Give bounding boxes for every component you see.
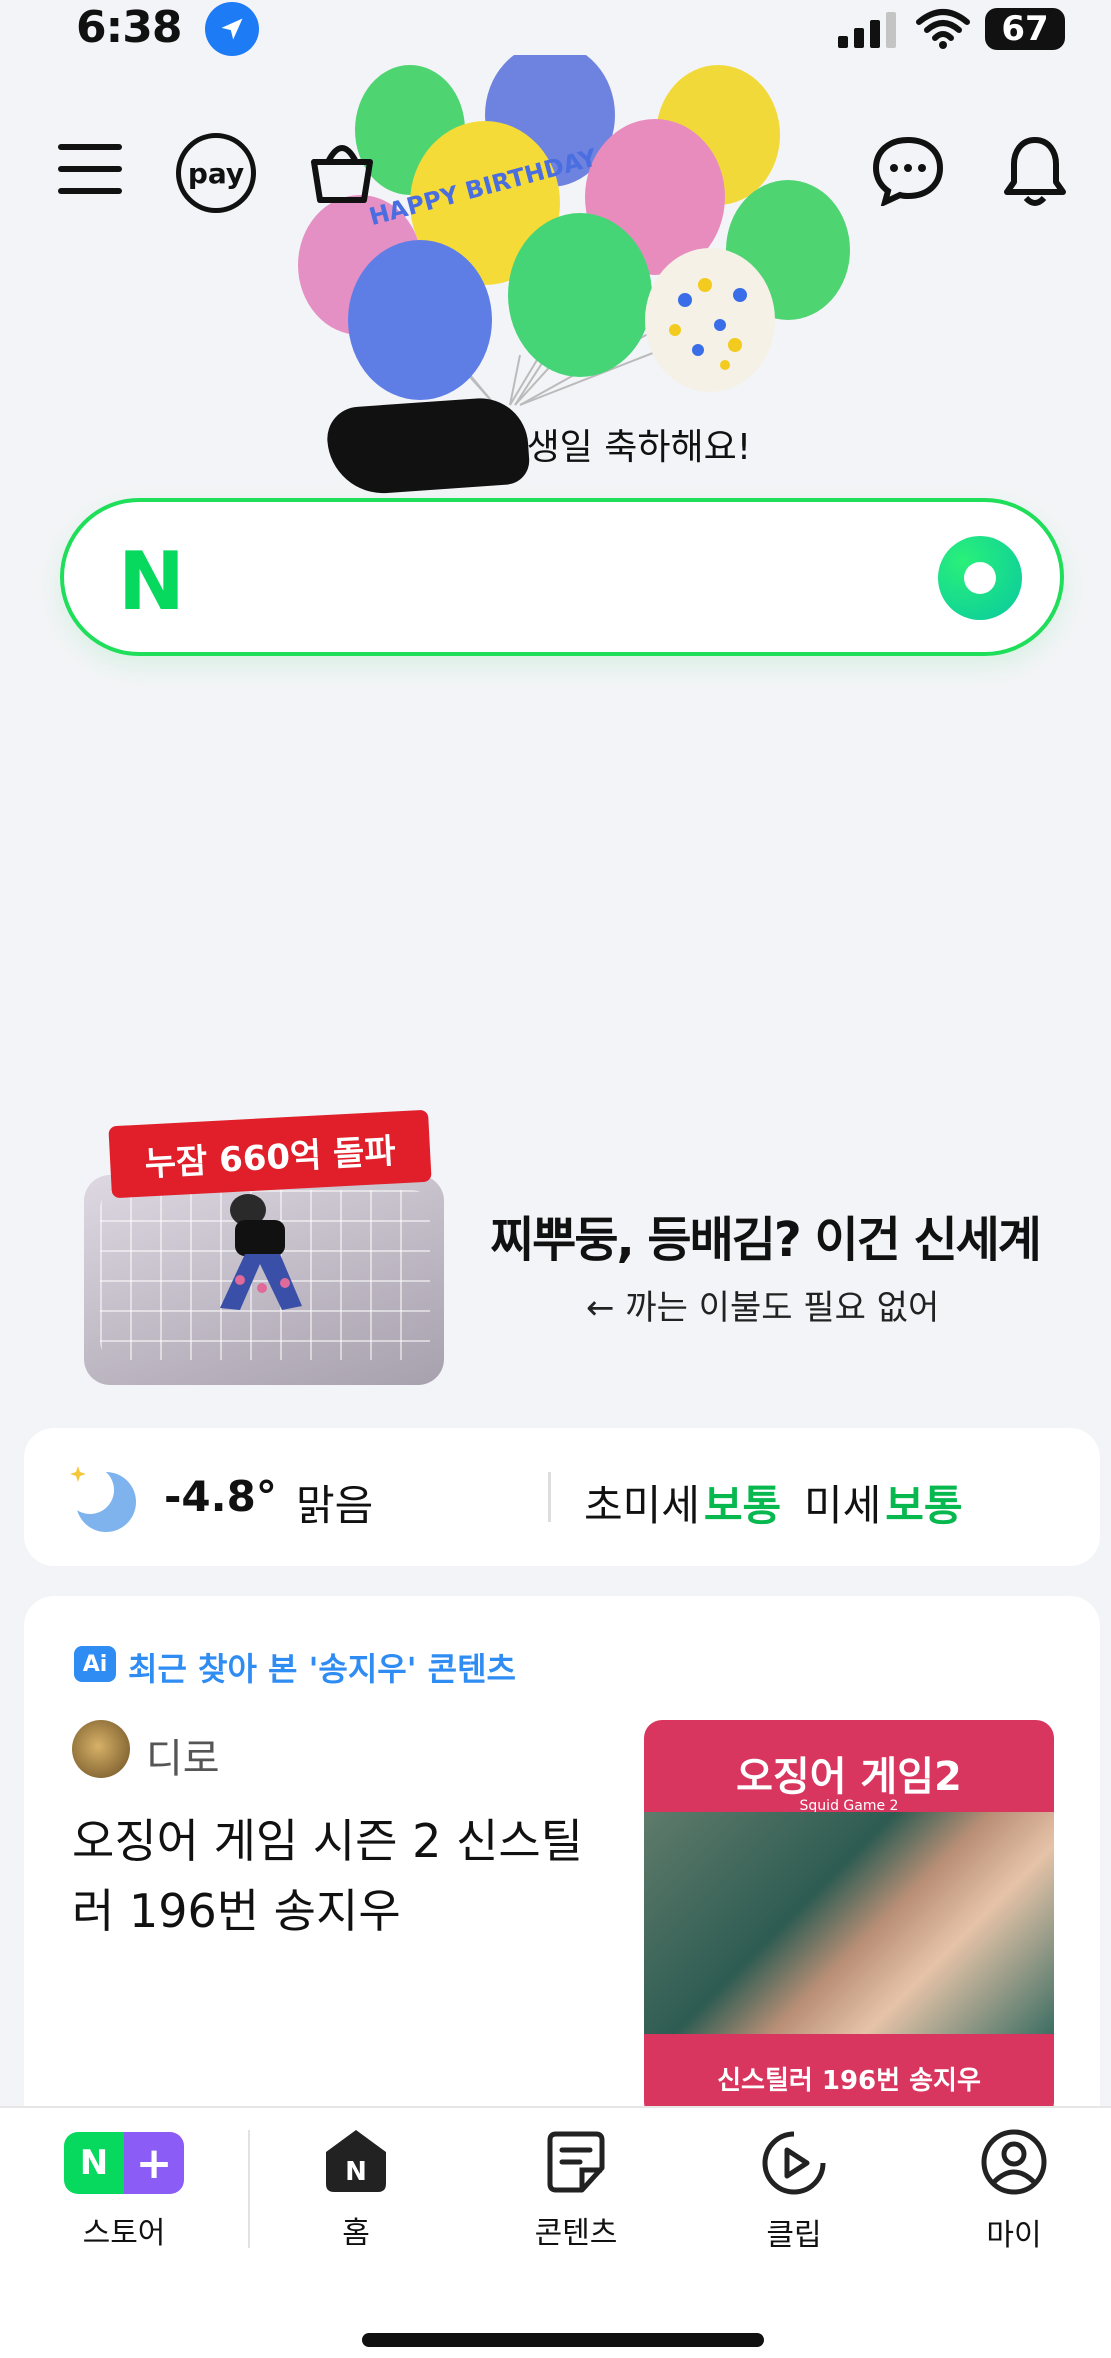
- naver-logo: N: [118, 535, 185, 628]
- nav-home-label: 홈: [342, 2216, 370, 2251]
- author-avatar[interactable]: [72, 1720, 130, 1778]
- article-thumbnail[interactable]: 오징어 게임2 Squid Game 2 신스틸러 196번 송지우: [644, 1720, 1054, 2120]
- nav-contents-label: 콘텐츠: [534, 2216, 618, 2251]
- nav-contents[interactable]: 콘텐츠: [496, 2130, 656, 2252]
- ultrafine-dust: 초미세 보통: [584, 1472, 781, 1533]
- ad-subtext: ← 까는 이불도 필요 없어: [586, 1288, 940, 1328]
- home-icon: N: [326, 2130, 386, 2192]
- cellular-signal-icon: [838, 12, 902, 48]
- nav-home[interactable]: N 홈: [276, 2128, 436, 2252]
- pay-button[interactable]: pay: [176, 133, 256, 213]
- nav-divider: [248, 2130, 250, 2248]
- store-icon: N +: [64, 2132, 184, 2194]
- store-icon-n: N: [64, 2132, 124, 2194]
- ai-badge-icon: Ai: [74, 1646, 116, 1682]
- birthday-balloons[interactable]: HAPPY BIRTHDAY: [280, 43, 870, 425]
- article-title[interactable]: 오징어 게임 시즌 2 신스틸러 196번 송지우: [72, 1806, 612, 1946]
- pay-label: pay: [187, 156, 245, 190]
- author-name[interactable]: 디로: [146, 1726, 220, 1784]
- menu-icon[interactable]: [58, 140, 122, 198]
- section-label: 최근 찾아 본 '송지우' 콘텐츠: [128, 1650, 516, 1688]
- birthday-greeting: 님 생일 축하해요!: [482, 427, 752, 468]
- thumbnail-caption: 신스틸러 196번 송지우: [717, 2066, 981, 2096]
- fine-dust: 미세 보통: [804, 1472, 963, 1533]
- nav-store[interactable]: N + 스토어: [44, 2132, 204, 2252]
- temperature: -4.8°: [164, 1472, 277, 1521]
- chat-bubble-icon[interactable]: [872, 136, 944, 206]
- search-bar[interactable]: [60, 498, 1064, 656]
- nav-my[interactable]: 마이: [934, 2128, 1094, 2254]
- location-arrow-icon: [205, 2, 259, 56]
- home-indicator[interactable]: [362, 2333, 764, 2347]
- ultrafine-label: 초미세: [584, 1481, 700, 1530]
- balloons-illustration: HAPPY BIRTHDAY: [298, 43, 850, 406]
- nav-clip[interactable]: 클립: [714, 2130, 874, 2254]
- profile-icon: [981, 2129, 1047, 2195]
- fine-label: 미세: [804, 1481, 882, 1530]
- ultrafine-value: 보통: [703, 1481, 782, 1530]
- fine-value: 보통: [885, 1481, 963, 1530]
- wifi-icon: [916, 8, 970, 54]
- shopping-bag-icon[interactable]: [306, 132, 378, 208]
- nav-my-label: 마이: [986, 2218, 1042, 2253]
- weather-condition: 맑음: [296, 1481, 374, 1530]
- thumbnail-logo: 오징어 게임2: [736, 1754, 962, 1800]
- ad-headline: 찌뿌둥, 등배김? 이건 신세계: [490, 1212, 1042, 1268]
- green-dot-search-button[interactable]: [938, 536, 1022, 620]
- person-on-mattress-image: [190, 1188, 340, 1318]
- nav-store-label: 스토어: [82, 2216, 166, 2251]
- status-time: 6:38: [76, 2, 182, 53]
- nav-clip-label: 클립: [766, 2218, 822, 2253]
- home-icon-letter: N: [345, 2157, 367, 2187]
- clip-play-icon: [762, 2131, 826, 2195]
- battery-indicator: 67: [985, 8, 1065, 50]
- store-icon-plus: +: [124, 2132, 184, 2194]
- contents-icon: [547, 2131, 605, 2193]
- notification-bell-icon[interactable]: [1000, 134, 1070, 208]
- thumbnail-photo: [644, 1812, 1054, 2034]
- weather-divider: [548, 1472, 551, 1522]
- crescent-moon-icon: [66, 1462, 140, 1534]
